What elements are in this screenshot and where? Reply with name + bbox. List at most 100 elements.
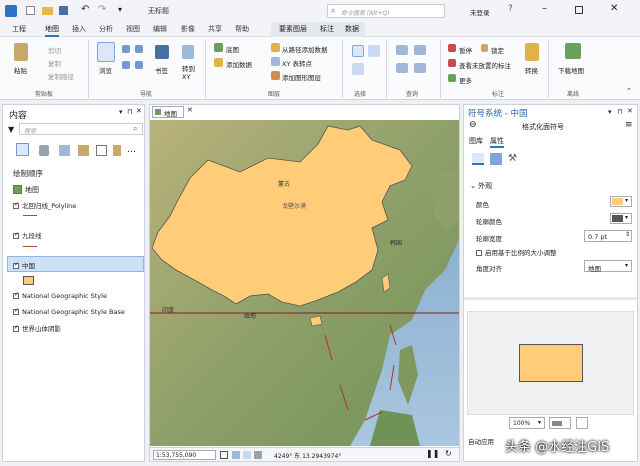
stepper-icon[interactable]: ⇕ xyxy=(625,231,630,238)
copy-path-button[interactable]: 复制路径 xyxy=(48,71,74,81)
map-view-tab[interactable]: 地图 xyxy=(152,106,184,118)
fixed-zoom-in-icon[interactable] xyxy=(135,45,143,53)
explore-icon[interactable] xyxy=(97,42,115,62)
customize-dropdown-icon[interactable]: ▾ xyxy=(118,5,122,14)
convert-icon[interactable] xyxy=(525,43,539,61)
refresh-icon[interactable]: ↻ xyxy=(445,449,452,458)
scale-based-sizing-row[interactable]: 启用基于比例的大小调整 xyxy=(476,247,557,257)
map-node-label[interactable]: 地图 xyxy=(25,185,39,195)
lock-labels-button[interactable]: 锁定 xyxy=(491,45,504,55)
sign-in-status[interactable]: 未登录 xyxy=(470,7,490,17)
layer-row-natgeo-style[interactable]: National Geographic Style xyxy=(13,291,107,300)
locate-icon[interactable] xyxy=(396,63,408,73)
edit-icon[interactable] xyxy=(576,417,588,429)
measure-icon[interactable] xyxy=(414,45,426,55)
xy-table-to-point-button[interactable]: XY 表转点 xyxy=(282,58,312,68)
close-pane-icon[interactable]: ✕ xyxy=(136,107,142,115)
list-by-labeling-icon[interactable] xyxy=(113,145,121,156)
redo-icon[interactable]: ↷ xyxy=(98,4,106,15)
preview-zoom-select[interactable]: 100% ▾ xyxy=(509,417,545,429)
preview-splitter[interactable] xyxy=(464,297,637,300)
layer-visibility-checkbox[interactable] xyxy=(13,231,19,239)
color-picker[interactable]: ▾ xyxy=(610,196,632,207)
tab-share[interactable]: 共享 xyxy=(208,24,222,34)
next-extent-icon[interactable] xyxy=(135,61,143,69)
list-by-snapping-icon[interactable] xyxy=(96,145,107,156)
go-to-xy-icon[interactable] xyxy=(182,45,194,59)
select-tool-icon[interactable] xyxy=(352,45,364,57)
zoom-full-extent-icon[interactable] xyxy=(122,45,130,53)
close-tab-icon[interactable]: ✕ xyxy=(187,106,193,114)
tab-gallery[interactable]: 图库 xyxy=(469,136,483,146)
preview-background-select[interactable] xyxy=(549,417,571,429)
convert-button[interactable]: 转换 xyxy=(525,65,538,75)
contents-search-input[interactable]: 搜索 ⌕ xyxy=(19,123,143,135)
bookmark-icon[interactable] xyxy=(155,45,169,59)
download-map-icon[interactable] xyxy=(565,43,581,59)
outline-width-input[interactable]: 0.7 pt ⇕ xyxy=(584,230,632,242)
filter-icon[interactable]: ▼ xyxy=(8,125,14,134)
layer-row-world-hillshade[interactable]: 世界山体阴影 xyxy=(13,323,61,333)
open-folder-icon[interactable] xyxy=(42,7,53,15)
copy-button[interactable]: 复制 xyxy=(48,58,61,68)
collapse-ribbon-icon[interactable]: ⌃ xyxy=(626,87,632,95)
pane-options-icon[interactable]: ▾ xyxy=(119,108,123,116)
tab-labeling[interactable]: 标注 xyxy=(315,22,339,37)
identify-icon[interactable] xyxy=(396,45,408,55)
pause-drawing-icon[interactable]: ❚❚ xyxy=(426,449,439,458)
tab-map[interactable]: 地图 xyxy=(45,24,59,37)
tab-view[interactable]: 视图 xyxy=(126,24,140,34)
list-by-drawing-order-icon[interactable] xyxy=(16,143,29,156)
outline-color-picker[interactable]: ▾ xyxy=(610,213,632,224)
tab-analysis[interactable]: 分析 xyxy=(99,24,113,34)
tab-data[interactable]: 数据 xyxy=(339,22,365,37)
infographics-icon[interactable] xyxy=(414,63,426,73)
pin-icon[interactable]: ⊓ xyxy=(617,108,622,116)
tab-edit[interactable]: 编辑 xyxy=(153,24,167,34)
tab-project[interactable]: 工程 xyxy=(12,24,26,34)
new-project-icon[interactable] xyxy=(26,6,35,15)
go-to-xy-button[interactable]: 转到 XY xyxy=(182,65,195,81)
explore-button[interactable]: 浏览 xyxy=(99,65,112,75)
layers-tab-icon[interactable] xyxy=(490,153,502,165)
list-by-editing-icon[interactable] xyxy=(78,145,89,156)
tab-insert[interactable]: 插入 xyxy=(72,24,86,34)
layer-visibility-checkbox[interactable] xyxy=(13,307,19,315)
layer-row-nine-dash-line[interactable]: 九段线 xyxy=(13,230,42,240)
more-labeling-button[interactable]: 更多 xyxy=(459,75,472,85)
scale-selector[interactable]: 1:53,755,090 xyxy=(153,450,216,460)
tab-properties[interactable]: 属性 xyxy=(490,136,504,148)
dimension-icon[interactable] xyxy=(232,451,240,459)
list-by-selection-icon[interactable] xyxy=(59,145,70,156)
polygon-symbol-swatch[interactable] xyxy=(23,276,34,285)
layer-row-tropic-of-cancer[interactable]: 北回归线_Polyline xyxy=(13,200,76,210)
menu-icon[interactable]: ≡ xyxy=(625,120,633,130)
add-data-from-path-button[interactable]: 从路径添加数据 xyxy=(282,44,328,54)
bookmarks-button[interactable]: 书签 xyxy=(155,65,168,75)
previous-extent-icon[interactable] xyxy=(122,61,130,69)
grid-icon[interactable] xyxy=(220,451,228,459)
tab-help[interactable]: 帮助 xyxy=(235,24,249,34)
add-graphics-layer-button[interactable]: 添加图形图层 xyxy=(282,72,321,82)
minimize-icon[interactable]: – xyxy=(542,3,547,14)
cut-button[interactable]: 剪切 xyxy=(48,45,61,55)
list-by-source-icon[interactable] xyxy=(39,145,49,156)
tab-imagery[interactable]: 影像 xyxy=(181,24,195,34)
angle-alignment-select[interactable]: 地图 ▾ xyxy=(584,260,632,273)
add-data-button[interactable]: 添加数据 xyxy=(226,59,252,69)
close-icon[interactable]: ✕ xyxy=(610,3,618,14)
coordinate-format-icon[interactable] xyxy=(243,451,251,459)
symbol-tab-icon[interactable] xyxy=(472,153,484,165)
layer-row-natgeo-style-base[interactable]: National Geographic Style Base xyxy=(13,307,125,316)
save-icon[interactable] xyxy=(59,6,68,15)
pin-icon[interactable]: ⊓ xyxy=(127,108,132,116)
map-canvas[interactable]: 蒙古 戈壁沙漠 韩国 印度 缅甸 xyxy=(150,120,459,446)
pause-labeling-button[interactable]: 暂停 xyxy=(459,45,472,55)
clear-selection-icon[interactable] xyxy=(352,63,364,75)
layer-visibility-checkbox[interactable] xyxy=(13,261,19,269)
help-icon[interactable]: ? xyxy=(508,4,513,14)
select-by-attributes-icon[interactable] xyxy=(368,45,380,57)
structure-tab-icon[interactable]: ⚒ xyxy=(508,153,517,164)
layer-visibility-checkbox[interactable] xyxy=(13,324,19,332)
download-map-button[interactable]: 下载地图 xyxy=(558,65,584,75)
